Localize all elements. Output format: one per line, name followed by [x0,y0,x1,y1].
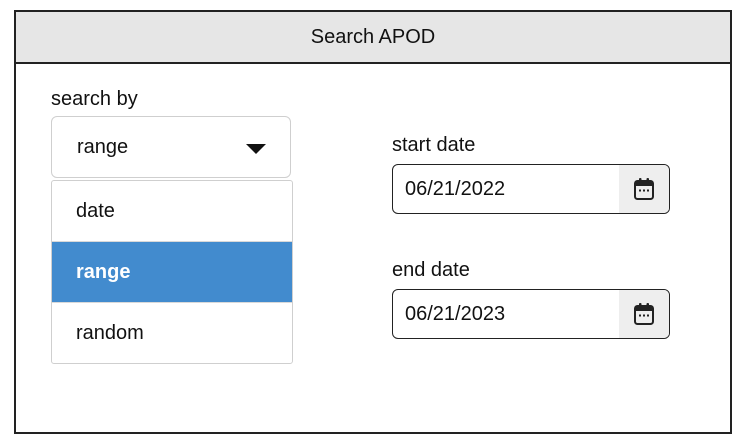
option-random[interactable]: random [52,303,292,363]
calendar-icon [634,178,654,200]
search-by-dropdown-menu: date range random [51,180,293,364]
option-range[interactable]: range [52,242,292,303]
search-by-label: search by [51,88,138,110]
start-date-field[interactable]: 06/21/2022 [392,164,670,214]
start-date-calendar-button[interactable] [619,165,669,213]
end-date-label: end date [392,259,470,281]
search-apod-panel: Search APOD search by range date range r… [14,10,732,434]
end-date-calendar-button[interactable] [619,290,669,338]
calendar-icon [634,303,654,325]
search-by-selected-value: range [77,136,129,158]
option-date[interactable]: date [52,181,292,242]
end-date-input[interactable]: 06/21/2023 [405,303,505,326]
search-by-select[interactable]: range [51,116,291,178]
start-date-input[interactable]: 06/21/2022 [405,178,505,201]
caret-down-icon[interactable] [246,144,266,154]
panel-title: Search APOD [16,12,730,64]
end-date-field[interactable]: 06/21/2023 [392,289,670,339]
start-date-label: start date [392,134,476,156]
